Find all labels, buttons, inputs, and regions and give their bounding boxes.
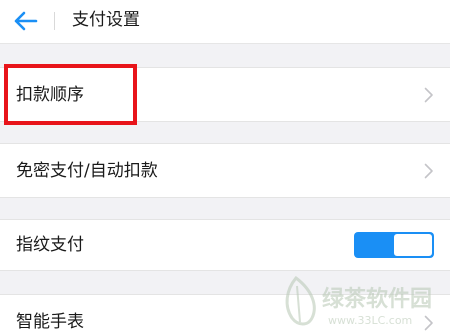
fingerprint-payment-toggle[interactable]	[354, 232, 434, 258]
password-free-payment-label: 免密支付/自动扣款	[16, 161, 158, 181]
chevron-right-icon	[424, 315, 433, 331]
password-free-payment-row[interactable]: 免密支付/自动扣款	[0, 143, 450, 198]
back-button[interactable]	[12, 8, 42, 34]
page-title: 支付设置	[72, 10, 140, 30]
header-divider	[54, 12, 55, 30]
debit-order-row[interactable]: 扣款顺序	[0, 67, 450, 122]
arrow-left-icon	[14, 11, 38, 31]
toggle-knob	[394, 234, 432, 256]
chevron-right-icon	[424, 163, 433, 179]
top-bar: 支付设置	[0, 0, 450, 44]
fingerprint-payment-label: 指纹支付	[16, 235, 84, 255]
smart-watch-row[interactable]: 智能手表	[0, 294, 450, 334]
debit-order-label: 扣款顺序	[16, 85, 84, 105]
fingerprint-payment-row: 指纹支付	[0, 219, 450, 271]
chevron-right-icon	[424, 87, 433, 103]
